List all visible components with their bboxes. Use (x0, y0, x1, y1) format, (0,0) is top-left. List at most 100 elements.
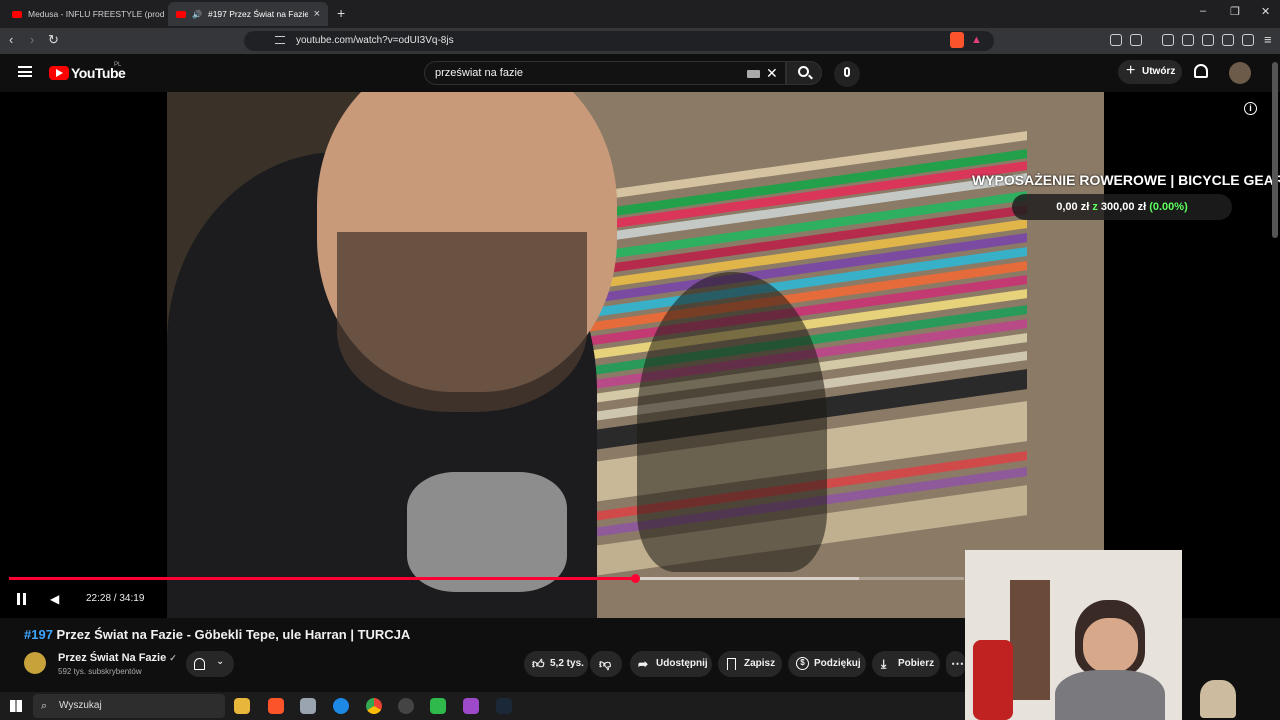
obs-icon[interactable] (398, 698, 414, 714)
youtube-favicon-icon (176, 10, 186, 18)
forward-icon[interactable]: › (30, 33, 34, 47)
file-explorer-icon[interactable] (234, 698, 250, 714)
brave-rewards-icon[interactable]: ▲ (971, 34, 982, 46)
pause-icon[interactable] (17, 593, 20, 605)
steam-icon[interactable] (496, 698, 512, 714)
reader-icon[interactable] (1182, 34, 1194, 46)
wallet-icon[interactable] (1202, 34, 1214, 46)
bookmark-icon (727, 658, 736, 670)
region-code: PL (114, 62, 122, 68)
chrome-icon[interactable] (366, 698, 382, 714)
search-button[interactable] (786, 61, 822, 85)
close-tab-icon[interactable]: × (314, 8, 320, 20)
more-actions-button[interactable]: ⋯ (946, 651, 965, 677)
clear-search-icon[interactable]: ✕ (766, 65, 778, 82)
search-input[interactable]: przeświat na fazie ✕ (424, 61, 786, 85)
brave-browser-icon[interactable] (268, 698, 284, 714)
webcam-overlay (965, 550, 1182, 720)
verified-icon: ✓ (169, 653, 177, 663)
search-icon-handle (808, 74, 813, 80)
chevron-down-icon: ⌄ (216, 656, 225, 667)
maximize-button[interactable]: ❐ (1230, 5, 1240, 18)
scrubber-handle[interactable] (630, 574, 640, 583)
brave-shields-icon[interactable] (950, 32, 964, 48)
progress-fill (9, 577, 635, 580)
notifications-bell-icon[interactable] (1194, 64, 1208, 78)
stream-goal-title: WYPOSAŻENIE ROWEROWE | BICYCLE GEAR (972, 172, 1280, 188)
minimize-button[interactable]: – (1200, 5, 1206, 17)
windows-start-icon[interactable] (10, 700, 22, 712)
like-count: 5,2 tys. (550, 658, 584, 669)
leo-icon[interactable] (1222, 34, 1234, 46)
create-label: Utwórz (1142, 66, 1176, 77)
volume-icon[interactable]: ◀ (50, 592, 59, 606)
media-player-icon[interactable] (430, 698, 446, 714)
donation-percent: (0.00%) (1149, 201, 1188, 213)
subscriber-count: 592 tys. subskrybentów (58, 667, 142, 676)
doorway (1010, 580, 1050, 700)
app-icon[interactable] (463, 698, 479, 714)
youtube-logo-icon[interactable] (49, 66, 69, 80)
speaker-icon: 🔊 (192, 9, 202, 19)
channel-name-text: Przez Świat Na Fazie (58, 652, 167, 664)
download-label: Pobierz (898, 658, 935, 669)
taskbar-search-input[interactable]: ⌕ Wyszukaj (33, 694, 225, 718)
sidebar-icon[interactable] (1130, 34, 1142, 46)
info-icon[interactable]: i (1244, 102, 1257, 115)
browser-address-bar: ‹ › ↻ youtube.com/watch?v=odUI3Vq-8js ▲ … (0, 28, 1280, 54)
share-button[interactable]: ➦ Udostępnij (630, 651, 712, 677)
new-tab-button[interactable]: + (337, 5, 345, 21)
music-icon[interactable] (1162, 34, 1174, 46)
progress-bar[interactable] (9, 574, 964, 583)
site-settings-icon[interactable] (275, 36, 285, 44)
thanks-label: Podziękuj (814, 658, 861, 669)
download-icon: ⤓ (881, 657, 887, 671)
cat-emote (1200, 680, 1236, 718)
hamburger-menu-icon[interactable] (18, 66, 32, 77)
like-button[interactable]: 👍︎ 5,2 tys. (524, 651, 588, 677)
url-field[interactable]: youtube.com/watch?v=odUI3Vq-8js (244, 31, 994, 51)
tab-active-video[interactable]: 🔊 #197 Przez Świat na Fazie - G × (168, 2, 328, 26)
shadow (637, 272, 827, 572)
edge-icon[interactable] (333, 698, 349, 714)
plus-icon: + (1126, 62, 1136, 79)
search-icon: ⌕ (41, 700, 48, 712)
video-title: #197 Przez Świat na Fazie - Göbekli Tepe… (24, 627, 410, 642)
url-text: youtube.com/watch?v=odUI3Vq-8js (296, 35, 454, 46)
back-icon[interactable]: ‹ (9, 33, 13, 47)
channel-name[interactable]: Przez Świat Na Fazie ✓ (58, 652, 177, 664)
thumbs-up-icon: 👍︎ (532, 657, 545, 671)
store-icon[interactable] (300, 698, 316, 714)
donation-goal-bar: 0,00 zł z 300,00 zł (0.00%) (1012, 194, 1232, 220)
super-thanks-icon: $ (796, 657, 809, 670)
pause-icon-bar (23, 593, 26, 605)
tab-medusa[interactable]: Medusa - INFLU FREESTYLE (prod. VE (4, 2, 164, 26)
channel-avatar[interactable] (24, 652, 46, 674)
save-label: Zapisz (744, 658, 776, 669)
create-button[interactable]: + Utwórz (1118, 60, 1182, 84)
video-hashtag[interactable]: #197 (24, 627, 53, 642)
video-title-text: Przez Świat na Fazie - Göbekli Tepe, ule… (56, 627, 411, 642)
download-button[interactable]: ⤓ Pobierz (872, 651, 940, 677)
shirt-print (407, 472, 567, 592)
account-avatar[interactable] (1229, 62, 1251, 84)
vpn-icon[interactable] (1242, 34, 1254, 46)
video-player[interactable]: WYPOSAŻENIE ROWEROWE | BICYCLE GEAR i 0,… (0, 92, 1280, 618)
close-window-button[interactable]: ✕ (1261, 5, 1270, 18)
reload-icon[interactable]: ↻ (48, 33, 59, 47)
thumbs-down-icon: 👎︎ (599, 657, 612, 671)
youtube-favicon-icon (12, 10, 22, 18)
extensions-icon[interactable] (1110, 34, 1122, 46)
subscription-bell-button[interactable]: ⌄ (186, 651, 234, 677)
tab-title: Medusa - INFLU FREESTYLE (prod. VE (28, 9, 164, 19)
person-beard (337, 232, 587, 412)
keyboard-icon[interactable] (747, 70, 760, 78)
thanks-button[interactable]: $ Podziękuj (788, 651, 866, 677)
share-icon: ➦ (638, 657, 649, 671)
voice-search-button[interactable] (834, 61, 860, 87)
dislike-button[interactable]: 👎︎ (590, 651, 622, 677)
save-button[interactable]: Zapisz (718, 651, 782, 677)
donation-goal: 300,00 zł (1100, 201, 1147, 213)
page-scrollbar[interactable] (1272, 62, 1278, 238)
menu-icon[interactable]: ≡ (1264, 33, 1272, 47)
